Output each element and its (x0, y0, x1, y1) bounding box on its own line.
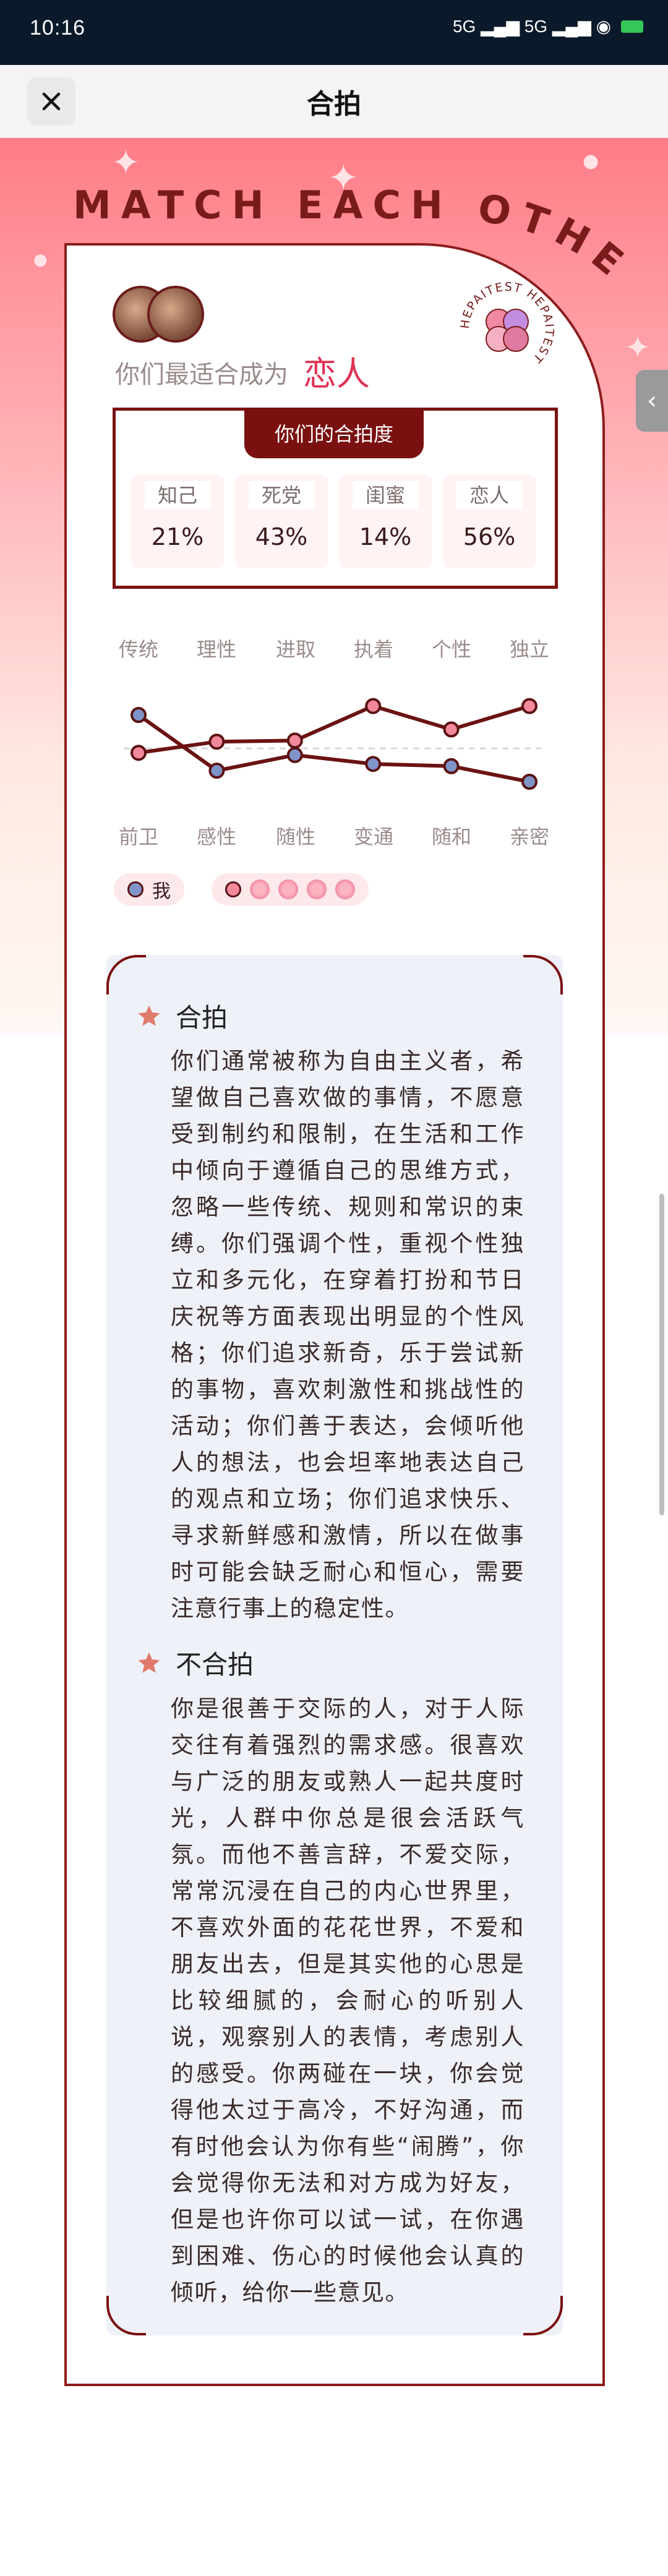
degree-label: 闺蜜 (353, 481, 418, 510)
svg-text:MATCH EACH OTHER: MATCH EACH OTHER (0, 138, 640, 290)
degree-label: 恋人 (456, 481, 522, 510)
panel-corner (106, 955, 146, 995)
status-time: 10:16 (30, 16, 86, 40)
series-point-0 (131, 707, 147, 723)
legend-me-dot (127, 881, 143, 897)
partner-logo-icon (250, 879, 270, 899)
section-title: 合拍 (176, 1003, 228, 1033)
section-title: 不合拍 (176, 1650, 254, 1680)
trait-top: 执着 (353, 638, 393, 661)
degree-label: 死党 (249, 481, 314, 510)
degree-item: 死党 43% (235, 475, 328, 568)
series-point-1 (521, 698, 537, 714)
close-button[interactable] (27, 77, 75, 126)
trait-bottom: 亲密 (509, 825, 549, 849)
section-body-match: 你们通常被称为自由主义者，希望做自己喜欢做的事情，不愿意受到制约和限制，在生活和… (171, 1048, 525, 1622)
panel-corner (523, 955, 563, 995)
series-line-1 (138, 704, 530, 755)
series-point-1 (443, 721, 460, 738)
trait-bottom: 变通 (353, 825, 393, 849)
panel-corner (106, 2296, 146, 2335)
degree-value: 14% (359, 523, 412, 550)
series-point-1 (131, 745, 147, 761)
avatar-pair (113, 286, 212, 343)
partner-logo-icon (278, 879, 298, 899)
match-prefix: 你们最适合成为 (115, 361, 288, 389)
panel-corner (523, 2296, 563, 2335)
trait-bottom: 随和 (431, 825, 471, 849)
avatar-partner (147, 286, 204, 343)
series-point-0 (208, 763, 225, 779)
section-header-match: 合拍 (136, 997, 228, 1035)
scrollbar[interactable] (659, 1194, 664, 1515)
page-title: 合拍 (307, 88, 361, 120)
legend-me: 我 (114, 873, 184, 905)
series-point-1 (365, 698, 382, 714)
trait-top: 个性 (431, 638, 471, 661)
side-collapse-tab[interactable]: ‹ (636, 370, 668, 432)
title-bar: 合拍 (0, 65, 668, 138)
series-point-0 (443, 758, 460, 774)
signal-text: 5G ▂▄▆ 5G ▂▄▆ ◉ (452, 17, 611, 36)
legend-me-label: 我 (152, 881, 171, 902)
arc-title-text: MATCH EACH OTHER (0, 138, 630, 290)
star-icon (138, 1652, 160, 1673)
legend-partner-dot (225, 881, 241, 897)
trait-top: 传统 (118, 638, 158, 661)
degree-item: 知己 21% (131, 475, 224, 568)
series-point-0 (365, 756, 382, 772)
trait-top: 独立 (509, 638, 549, 661)
status-icons: 5G ▂▄▆ 5G ▂▄▆ ◉ (453, 16, 643, 36)
degree-value: 43% (255, 523, 308, 550)
star-icon (138, 1005, 160, 1026)
partner-logo-icon (335, 879, 355, 899)
series-point-1 (286, 732, 303, 749)
degree-item: 闺蜜 14% (339, 475, 432, 568)
match-result: 你们最适合成为 恋人 (115, 346, 370, 395)
status-bar: 10:16 5G ▂▄▆ 5G ▂▄▆ ◉ (0, 0, 668, 65)
trait-bottom: 随性 (275, 825, 315, 849)
series-point-0 (521, 774, 537, 790)
section-header-mismatch: 不合拍 (136, 1644, 254, 1682)
trait-line-chart (124, 698, 544, 790)
trait-top: 进取 (275, 638, 315, 661)
series-point-0 (286, 747, 303, 763)
hepaitest-logo: HEPAITEST HEPAITEST (458, 280, 555, 366)
match-relation: 恋人 (303, 354, 370, 393)
degree-label: 知己 (145, 481, 210, 510)
trait-bottom: 前卫 (118, 825, 158, 849)
legend-partner (212, 873, 369, 905)
section-body-mismatch: 你是很善于交际的人，对于人际交往有着强烈的需求感。很喜欢与广泛的朋友或熟人一起共… (171, 1695, 525, 2306)
partner-logo-icon (307, 879, 327, 899)
close-icon (42, 92, 61, 111)
degree-value: 56% (463, 523, 516, 550)
battery-icon (621, 20, 643, 33)
series-point-1 (208, 734, 225, 750)
compatibility-title: 你们的合拍度 (244, 408, 424, 458)
trait-top: 理性 (196, 638, 236, 661)
degree-value: 21% (151, 523, 204, 550)
degree-item: 恋人 56% (443, 475, 536, 568)
chevron-left-icon: ‹ (647, 387, 657, 415)
trait-bottom: 感性 (196, 825, 236, 849)
